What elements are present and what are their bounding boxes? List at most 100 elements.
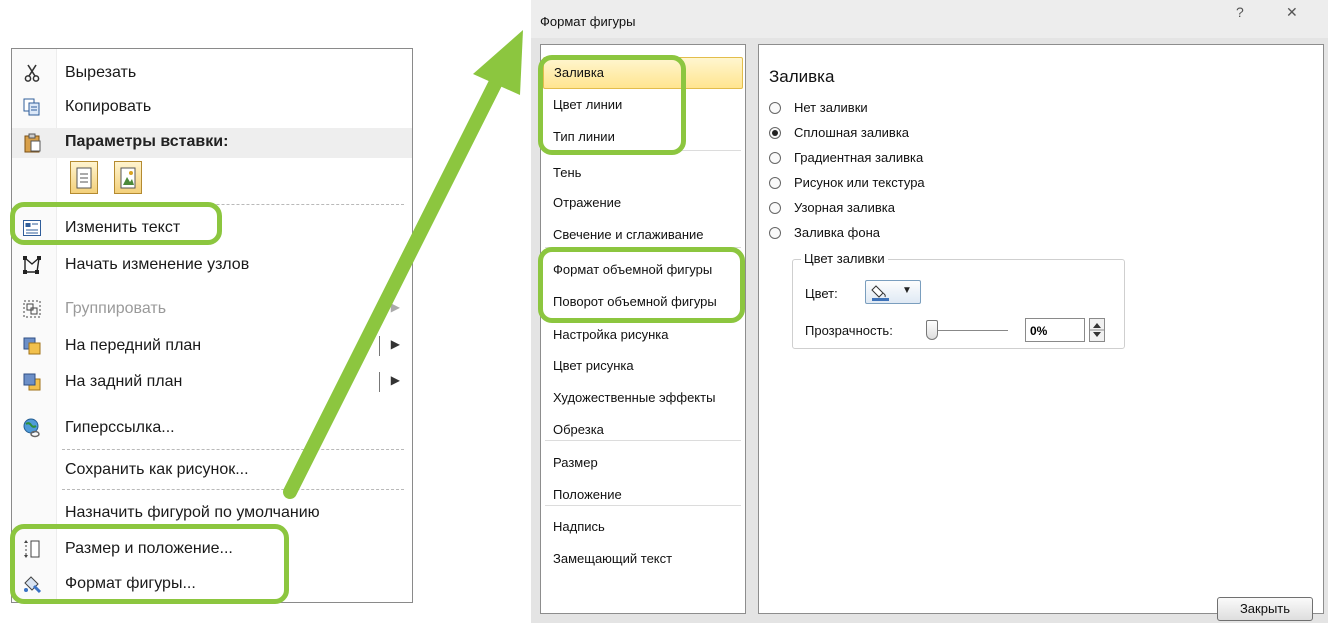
radio-button[interactable]	[769, 102, 781, 114]
transparency-spinner[interactable]	[1089, 318, 1105, 342]
menu-item-hyperlink[interactable]: Гиперссылка...	[12, 411, 412, 445]
nav-item[interactable]: Замещающий текст	[541, 543, 745, 575]
menu-item-label: На задний план	[65, 373, 183, 390]
edit-points-icon	[22, 255, 42, 275]
nav-item-label: Формат объемной фигуры	[553, 262, 713, 277]
copy-icon	[22, 97, 42, 117]
menu-item-bring-front[interactable]: На передний план ▶	[12, 329, 412, 363]
menu-item-copy[interactable]: Копировать	[12, 90, 412, 124]
transparency-label: Прозрачность:	[805, 323, 893, 338]
menu-separator	[62, 204, 404, 205]
nav-item[interactable]: Заливка	[543, 57, 743, 89]
nav-separator	[545, 247, 741, 248]
menu-item-edit-points[interactable]: Начать изменение узлов	[12, 248, 412, 282]
nav-item[interactable]: Художественные эффекты	[541, 382, 745, 414]
transparency-input[interactable]: 0%	[1025, 318, 1085, 342]
nav-item-label: Надпись	[553, 519, 605, 534]
fill-option-label: Рисунок или текстура	[794, 175, 925, 190]
menu-item-label: Размер и положение...	[65, 540, 233, 557]
radio-button[interactable]	[769, 177, 781, 189]
menu-item-label: Вырезать	[65, 64, 137, 81]
menu-item-size-position[interactable]: Размер и положение...	[12, 532, 412, 566]
paste-options-label: Параметры вставки:	[65, 133, 229, 150]
send-back-icon	[22, 372, 42, 392]
menu-item-send-back[interactable]: На задний план ▶	[12, 365, 412, 399]
dialog-titlebar: Формат фигуры ? ✕	[531, 0, 1328, 38]
nav-item[interactable]: Цвет линии	[541, 89, 745, 121]
nav-item-label: Размер	[553, 455, 598, 470]
radio-button[interactable]	[769, 227, 781, 239]
submenu-arrow-icon: ▶	[390, 300, 400, 314]
group-label: Цвет заливки	[801, 251, 888, 266]
menu-item-group[interactable]: Группировать ▶	[12, 292, 412, 326]
nav-item[interactable]: Обрезка	[541, 414, 745, 446]
split-divider	[379, 336, 380, 356]
transparency-slider-thumb[interactable]	[926, 320, 938, 340]
nav-item[interactable]: Отражение	[541, 187, 745, 219]
fill-option-label: Нет заливки	[794, 100, 868, 115]
transparency-slider-track[interactable]	[933, 330, 1008, 331]
nav-item[interactable]: Положение	[541, 479, 745, 511]
nav-item[interactable]: Формат объемной фигуры	[541, 254, 745, 286]
close-icon[interactable]: ✕	[1286, 4, 1298, 21]
close-button[interactable]: Закрыть	[1217, 597, 1313, 621]
nav-separator	[545, 440, 741, 441]
size-position-icon	[22, 539, 42, 559]
help-icon[interactable]: ?	[1236, 4, 1244, 20]
nav-item[interactable]: Цвет рисунка	[541, 350, 745, 382]
nav-item-label: Положение	[553, 487, 622, 502]
paint-bucket-icon	[871, 283, 891, 301]
menu-item-save-picture[interactable]: Сохранить как рисунок...	[12, 453, 412, 487]
menu-item-label: Группировать	[65, 300, 167, 317]
format-shape-dialog: Формат фигуры ? ✕ Заливка Цвет линии Тип л…	[531, 0, 1328, 623]
nav-item[interactable]: Тип линии	[541, 121, 745, 153]
nav-item-label: Цвет рисунка	[553, 358, 634, 373]
scissors-icon	[22, 63, 42, 83]
fill-color-picker-button[interactable]: ▼	[865, 280, 921, 304]
context-menu: Вырезать Копировать Параметры вставки: И…	[11, 48, 413, 603]
nav-separator	[545, 150, 741, 151]
nav-item-label: Заливка	[554, 65, 605, 80]
nav-item[interactable]: Поворот объемной фигуры	[541, 286, 745, 318]
dialog-title: Формат фигуры	[540, 14, 636, 29]
nav-item-label: Настройка рисунка	[553, 327, 669, 342]
menu-item-edit-text[interactable]: Изменить текст	[12, 211, 412, 245]
nav-item[interactable]: Размер	[541, 447, 745, 479]
color-label: Цвет:	[805, 286, 838, 301]
menu-item-format-shape[interactable]: Формат фигуры...	[12, 567, 412, 601]
paste-picture-button[interactable]	[114, 161, 142, 194]
submenu-arrow-icon[interactable]: ▶	[391, 373, 400, 387]
menu-separator	[62, 449, 404, 450]
menu-item-label: Формат фигуры...	[65, 575, 196, 592]
nav-item-label: Тень	[553, 165, 582, 180]
nav-item[interactable]: Надпись	[541, 511, 745, 543]
menu-item-label: Начать изменение узлов	[65, 256, 250, 273]
fill-option-label: Узорная заливка	[794, 200, 896, 215]
paste-options-header: Параметры вставки:	[12, 128, 412, 158]
nav-item-label: Свечение и сглаживание	[553, 227, 704, 242]
nav-item-label: Художественные эффекты	[553, 390, 716, 405]
format-shape-icon	[22, 574, 42, 594]
submenu-arrow-icon[interactable]: ▶	[391, 337, 400, 351]
menu-item-label: Сохранить как рисунок...	[65, 461, 249, 478]
globe-link-icon	[22, 418, 42, 438]
radio-button[interactable]	[769, 127, 781, 139]
menu-item-cut[interactable]: Вырезать	[12, 56, 412, 90]
menu-item-label: Изменить текст	[65, 219, 181, 236]
paste-keep-text-button[interactable]	[70, 161, 98, 194]
menu-item-label: Назначить фигурой по умолчанию	[65, 504, 320, 521]
nav-item-label: Поворот объемной фигуры	[553, 294, 717, 309]
radio-button[interactable]	[769, 202, 781, 214]
nav-item[interactable]: Тень	[541, 157, 745, 189]
chevron-down-icon: ▼	[902, 285, 912, 296]
nav-item-label: Цвет линии	[553, 97, 623, 112]
fill-option-label: Сплошная заливка	[794, 125, 910, 140]
menu-item-set-default[interactable]: Назначить фигурой по умолчанию	[12, 496, 412, 530]
radio-button[interactable]	[769, 152, 781, 164]
fill-panel: Заливка Нет заливки Сплошная заливка Гради…	[758, 44, 1324, 614]
category-list: Заливка Цвет линии Тип линии Тень Отражение С…	[540, 44, 746, 614]
bring-front-icon	[22, 336, 42, 356]
edit-text-icon	[22, 218, 42, 238]
split-divider	[379, 372, 380, 392]
nav-item[interactable]: Настройка рисунка	[541, 319, 745, 351]
